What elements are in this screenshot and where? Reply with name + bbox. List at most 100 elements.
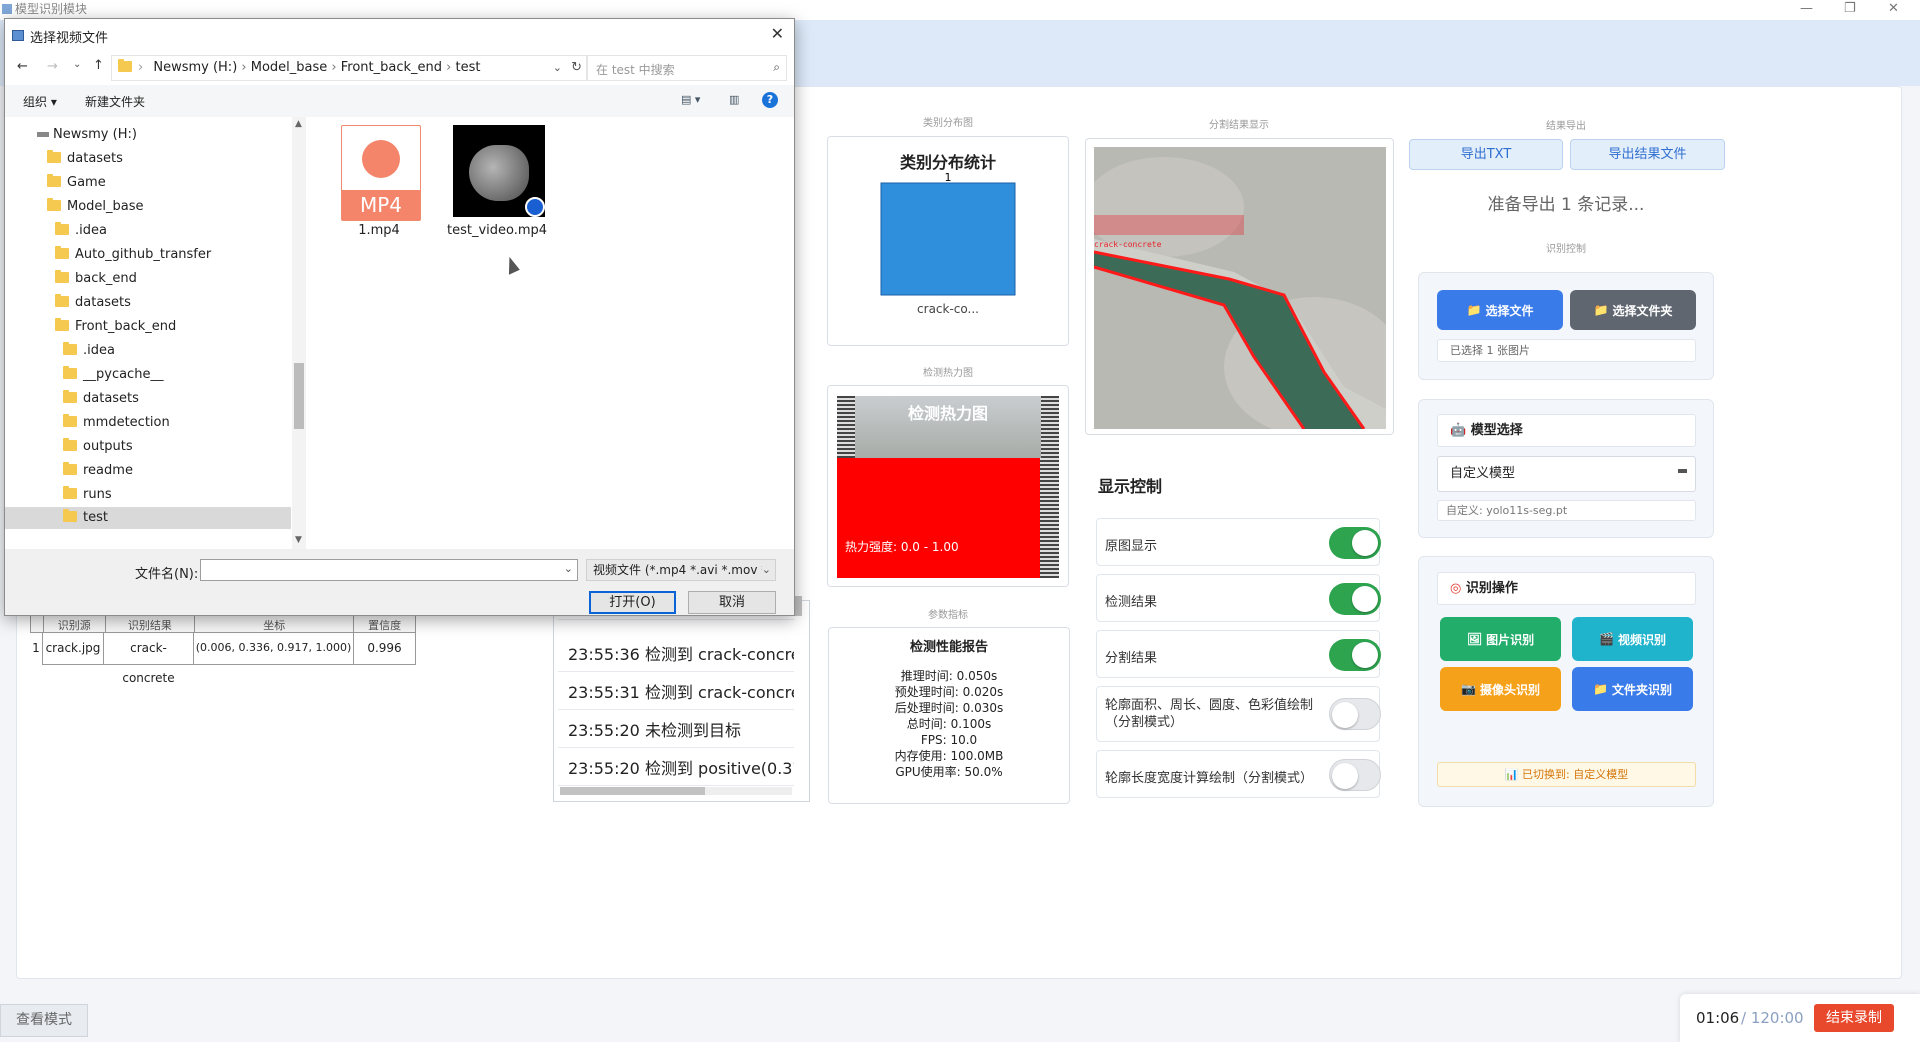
scroll-thumb[interactable] <box>294 363 304 429</box>
view-mode-button[interactable]: 查看模式 <box>0 1004 88 1037</box>
video-thumbnail <box>453 125 545 217</box>
select-file-label: 选择文件 <box>1485 303 1534 318</box>
preview-pane-icon[interactable]: ▥ <box>729 93 739 106</box>
tree-item[interactable]: .idea <box>55 222 107 238</box>
video-detect-label: 视频识别 <box>1617 632 1666 647</box>
tree-item[interactable]: datasets <box>55 294 131 310</box>
dialog-toolbar: 组织 ▾ 新建文件夹 ▤ ▾ ▥ ? <box>5 85 794 117</box>
scroll-down-icon[interactable]: ▼ <box>295 535 302 545</box>
folder-detect-button[interactable]: 📁 文件夹识别 <box>1572 667 1693 711</box>
tree-item[interactable]: readme <box>63 462 133 478</box>
tree-item[interactable]: outputs <box>63 438 133 454</box>
breadcrumb-item[interactable]: Model_base <box>251 60 328 75</box>
tree-item[interactable]: Model_base <box>47 198 144 214</box>
tree-item[interactable]: .idea <box>63 342 115 358</box>
segmentation-toggle[interactable] <box>1329 639 1381 671</box>
contour-area-toggle[interactable] <box>1329 698 1381 730</box>
tree-label: __pycache__ <box>83 367 164 382</box>
address-dropdown-icon[interactable]: ⌄ <box>553 56 562 80</box>
tree-label: Auto_github_transfer <box>75 247 212 262</box>
filename-dropdown-icon[interactable]: ⌄ <box>564 562 573 575</box>
metrics-card: 检测性能报告 推理时间: 0.050s 预处理时间: 0.020s 后处理时间:… <box>828 627 1070 804</box>
dialog-close-icon[interactable]: ✕ <box>771 24 784 43</box>
tree-item[interactable]: __pycache__ <box>63 366 164 382</box>
tree-item[interactable]: mmdetection <box>63 414 170 430</box>
original-toggle[interactable] <box>1329 527 1381 559</box>
folder-icon <box>63 462 77 475</box>
breadcrumb-item[interactable]: Newsmy (H:) <box>153 60 237 75</box>
new-folder-button[interactable]: 新建文件夹 <box>85 93 145 110</box>
image-icon: 🖼 <box>1466 632 1483 646</box>
search-box[interactable]: 在 test 中搜索 ⌕ <box>587 55 787 81</box>
tree-item[interactable]: datasets <box>47 150 123 166</box>
tree-item-selected[interactable]: test <box>5 507 291 529</box>
back-icon[interactable]: ← <box>17 59 28 74</box>
cancel-button[interactable]: 取消 <box>688 591 776 614</box>
up-icon[interactable]: ↑ <box>93 58 104 73</box>
tree-item[interactable]: Front_back_end <box>55 318 176 334</box>
refresh-icon[interactable]: ↻ <box>571 56 582 80</box>
target-icon: ◎ <box>1450 581 1462 596</box>
folder-icon <box>63 390 77 403</box>
model-select[interactable]: 自定义模型 <box>1437 456 1696 492</box>
open-button[interactable]: 打开(O) <box>589 591 676 614</box>
filename-input[interactable]: ⌄ <box>200 559 578 581</box>
scroll-up-icon[interactable]: ▲ <box>295 119 302 129</box>
model-switch-status: 📊 已切换到: 自定义模型 <box>1437 762 1696 787</box>
tree-item[interactable]: Game <box>47 174 106 190</box>
breadcrumb-item[interactable]: test <box>456 60 481 75</box>
select-file-button[interactable]: 📁 选择文件 <box>1437 290 1563 330</box>
camera-detect-button[interactable]: 📷 摄像头识别 <box>1440 667 1561 711</box>
video-detect-button[interactable]: 🎬 视频识别 <box>1572 617 1693 661</box>
forward-icon[interactable]: → <box>47 59 58 74</box>
recent-icon[interactable]: ⌄ <box>73 59 81 70</box>
model-select-value: 自定义模型 <box>1450 466 1516 481</box>
search-input[interactable]: 在 test 中搜索 <box>596 61 675 78</box>
tree-item[interactable]: datasets <box>63 390 139 406</box>
folder-icon <box>63 509 77 522</box>
breadcrumb-item[interactable]: Front_back_end <box>341 60 442 75</box>
folder-icon: 📁 <box>1593 303 1609 317</box>
window-titlebar: 模型识别模块 — ❐ ✕ <box>0 0 1920 20</box>
close-window-icon[interactable]: ✕ <box>1888 0 1899 18</box>
film-reel-icon <box>362 140 400 178</box>
tree-label: runs <box>83 487 112 502</box>
organize-menu[interactable]: 组织 ▾ <box>23 93 57 110</box>
metric-line: GPU使用率: 50.0% <box>895 765 1003 779</box>
folder-icon: 📁 <box>1593 682 1608 696</box>
tree-item-drive[interactable]: Newsmy (H:) <box>37 127 137 142</box>
tree-item[interactable]: Auto_github_transfer <box>55 246 212 262</box>
dialog-bottom: 文件名(N): ⌄ 视频文件 (*.mp4 *.avi *.mov *. ⌄ 打… <box>5 549 794 615</box>
app-icon <box>2 4 12 14</box>
address-bar[interactable]: › Newsmy (H:) › Model_base › Front_back_… <box>111 55 587 81</box>
select-folder-button[interactable]: 📁 选择文件夹 <box>1570 290 1696 330</box>
tree-item[interactable]: runs <box>63 486 112 502</box>
export-file-button[interactable]: 导出结果文件 <box>1570 139 1725 170</box>
view-options-icon[interactable]: ▤ ▾ <box>681 93 700 106</box>
toggle-row-contour-area: 轮廓面积、周长、圆度、色彩值绘制（分割模式） <box>1096 686 1381 742</box>
mp4-file-icon: MP4 <box>341 125 421 221</box>
file-item[interactable]: test_video.mp4 <box>447 125 547 245</box>
tree-scrollbar[interactable]: ▲ ▼ <box>292 117 306 549</box>
stop-recording-button[interactable]: 结束录制 <box>1814 1004 1894 1032</box>
minimize-icon[interactable]: — <box>1800 0 1813 18</box>
filetype-select[interactable]: 视频文件 (*.mp4 *.avi *.mov *. ⌄ <box>586 559 776 581</box>
nav-bar: ← → ⌄ ↑ › Newsmy (H:) › Model_base › Fro… <box>5 51 794 85</box>
tree-label: Model_base <box>67 199 144 214</box>
export-txt-button[interactable]: 导出TXT <box>1409 139 1563 170</box>
contour-length-toggle[interactable] <box>1329 759 1381 791</box>
log-scrollbar-thumb[interactable] <box>795 596 802 616</box>
tree-item[interactable]: back_end <box>55 270 137 286</box>
log-item: 23:55:31 检测到 crack-concrete <box>558 676 794 710</box>
file-item[interactable]: MP4 1.mp4 <box>329 125 429 245</box>
detection-toggle[interactable] <box>1329 583 1381 615</box>
tree-label: Newsmy (H:) <box>53 127 137 142</box>
table-row[interactable]: 1 crack.jpg crack-concrete (0.006, 0.336… <box>30 633 416 685</box>
log-horizontal-scrollbar[interactable] <box>560 787 792 795</box>
restore-icon[interactable]: ❐ <box>1844 0 1856 18</box>
help-icon[interactable]: ? <box>762 92 778 108</box>
tree-label: .idea <box>75 223 107 238</box>
image-detect-button[interactable]: 🖼 图片识别 <box>1440 617 1561 661</box>
toggle-label: 检测结果 <box>1105 595 1158 610</box>
filetype-dropdown-icon: ⌄ <box>761 560 771 580</box>
